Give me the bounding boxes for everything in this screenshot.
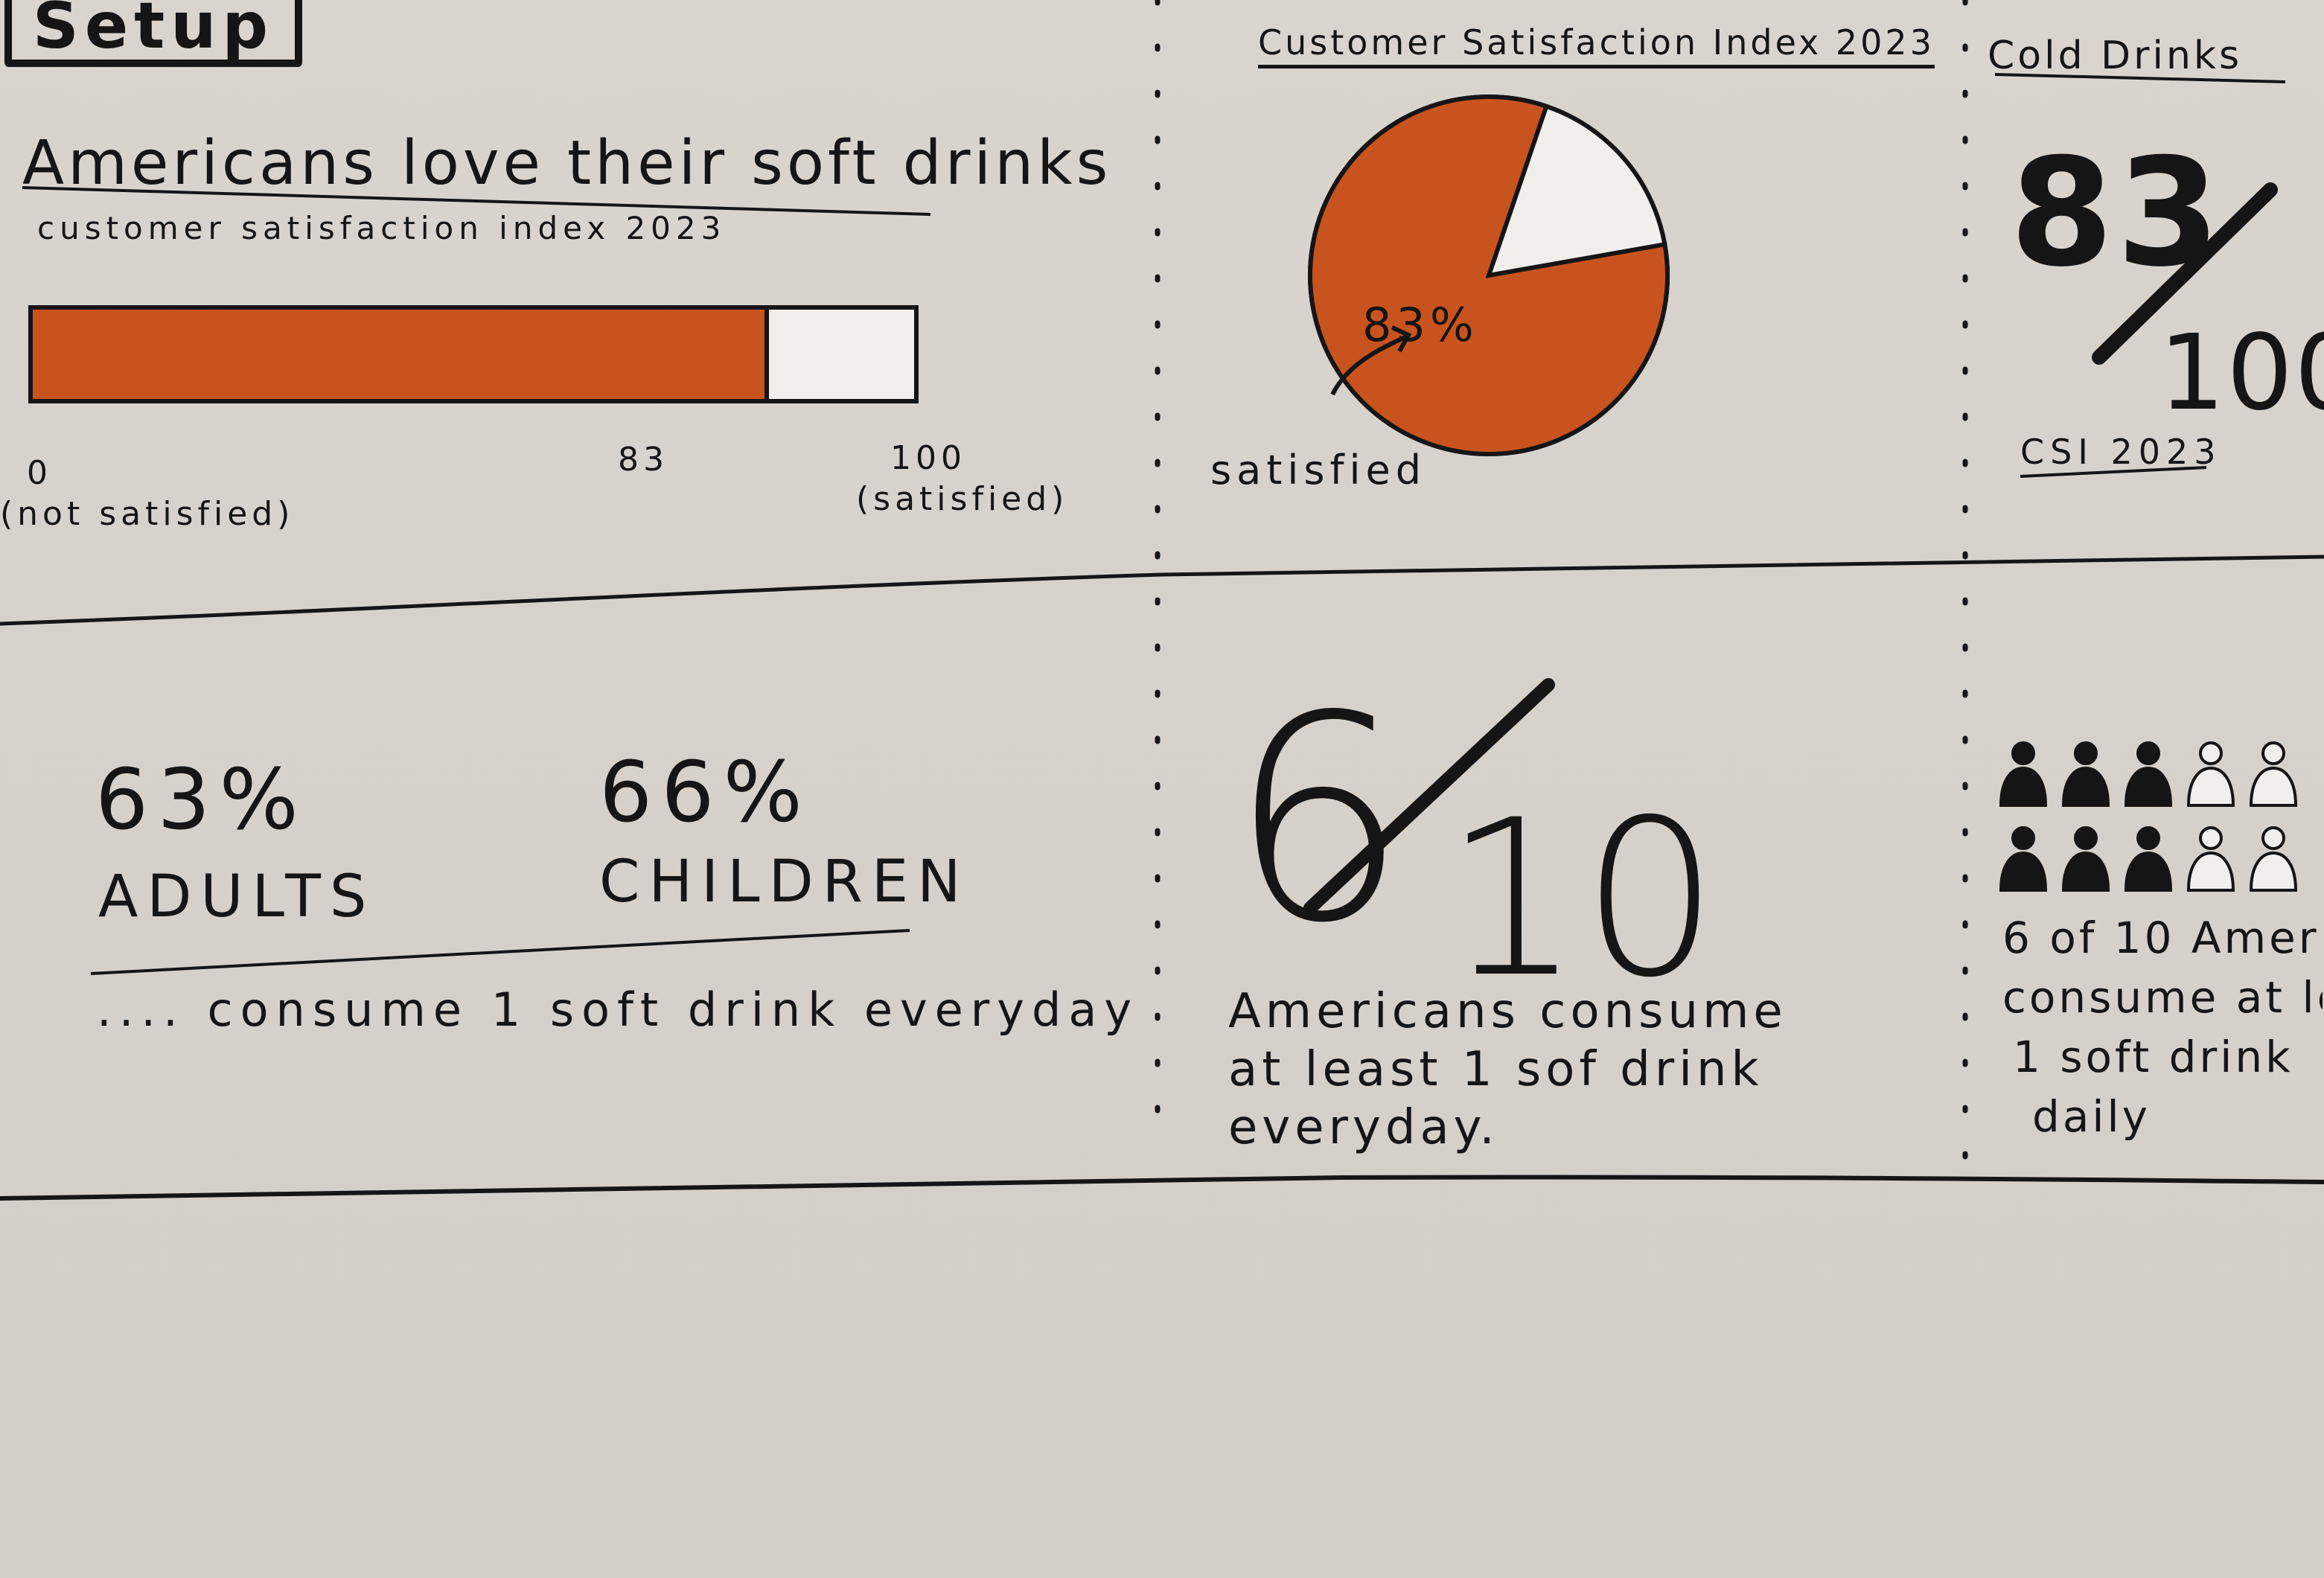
pie-slices xyxy=(1308,95,1670,456)
fraction-caption-line: everyday. xyxy=(1228,1100,1499,1155)
bar-tick-min: 0 xyxy=(27,454,52,492)
bar-headline: Americans love their soft drinks xyxy=(22,128,1112,199)
pictogram-caption: 6 of 10 America consume at least 1 soft … xyxy=(2002,908,2323,1146)
pictogram-row xyxy=(1995,737,2323,808)
person-filled-icon xyxy=(2061,741,2110,807)
bar-tick-value: 83 xyxy=(618,441,668,479)
fraction-numerator: 6 xyxy=(1228,655,1408,985)
pictogram-caption-line: consume at least xyxy=(2002,972,2323,1023)
fraction-caption-line: at least 1 sof drink xyxy=(1228,1042,1763,1097)
person-outline-icon xyxy=(2249,741,2298,807)
score-denominator: 100 xyxy=(2159,313,2324,434)
pie-title: Customer Satisfaction Index 2023 xyxy=(1258,22,1935,63)
satisfaction-progress-fill xyxy=(33,310,769,399)
setup-label: Setup xyxy=(32,0,275,63)
pictogram-row xyxy=(1995,822,2323,893)
person-outline-icon xyxy=(2249,826,2298,892)
score-title: Cold Drinks xyxy=(1988,33,2243,78)
consumption-caption: .... consume 1 soft drink everyday xyxy=(97,983,1140,1037)
fraction-caption-line: Americans consume xyxy=(1228,984,1787,1039)
person-outline-icon xyxy=(2186,741,2235,807)
bar-tick-max-caption: (satisfied) xyxy=(856,480,1069,518)
score-numerator: 83 xyxy=(2010,127,2224,300)
fraction-caption: Americans consume at least 1 sof drink e… xyxy=(1228,983,1794,1157)
score-caption: CSI 2023 xyxy=(2020,432,2222,472)
setup-title: Setup xyxy=(4,0,302,67)
adults-label: ADULTS xyxy=(98,863,376,930)
person-filled-icon xyxy=(1999,826,2048,892)
person-filled-icon xyxy=(2124,826,2173,892)
satisfaction-pie-chart xyxy=(1308,95,1670,456)
person-filled-icon xyxy=(1999,741,2048,807)
person-pictogram xyxy=(1995,737,2323,907)
pictogram-caption-line: daily xyxy=(2032,1091,2151,1142)
pie-annotation: satisfied xyxy=(1210,447,1427,493)
pictogram-caption-line: 6 of 10 America xyxy=(2002,913,2323,963)
pictogram-caption-line: 1 soft drink xyxy=(2013,1032,2293,1082)
bar-subhead: customer satisfaction index 2023 xyxy=(37,210,727,246)
bar-tick-min-caption: (not satisfied) xyxy=(0,495,295,533)
children-percent: 66% xyxy=(599,744,811,841)
satisfaction-progress-bar xyxy=(28,305,919,403)
children-label: CHILDREN xyxy=(599,849,970,916)
person-filled-icon xyxy=(2061,826,2110,892)
pie-slice-label: 83% xyxy=(1362,298,1478,352)
adults-percent: 63% xyxy=(95,752,307,849)
bar-tick-max: 100 xyxy=(890,439,966,477)
person-filled-icon xyxy=(2124,741,2173,807)
person-outline-icon xyxy=(2186,826,2235,892)
